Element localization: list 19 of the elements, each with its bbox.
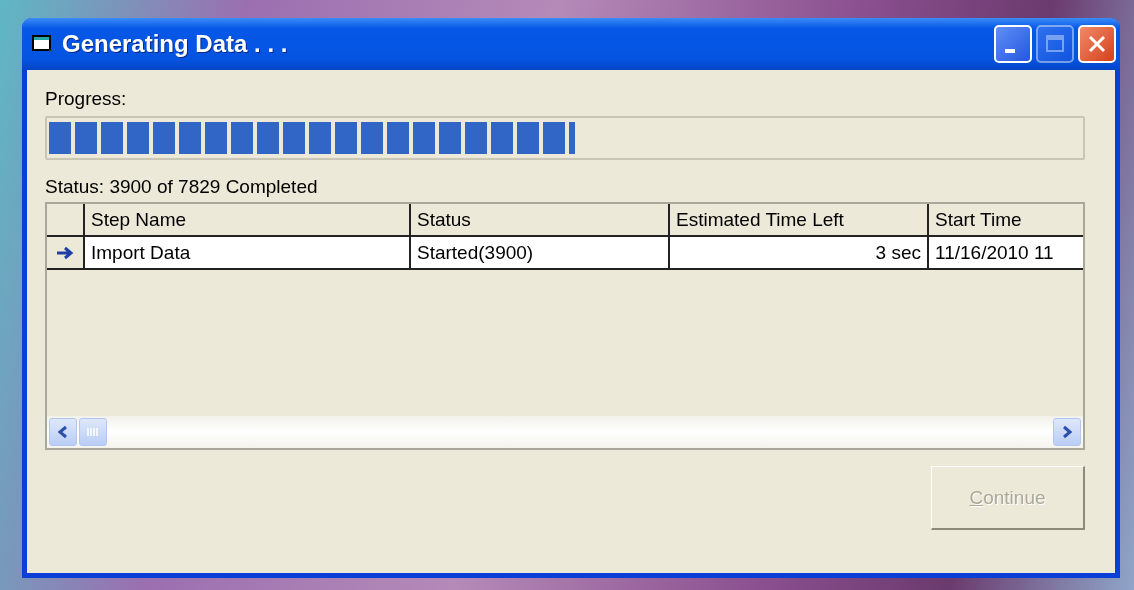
- status-text: Status: 3900 of 7829 Completed: [45, 176, 319, 199]
- minimize-icon: [1005, 49, 1015, 53]
- table-cell: 3 sec: [670, 237, 929, 268]
- minimize-button[interactable]: [994, 25, 1032, 63]
- progress-label: Progress:: [45, 88, 128, 111]
- scroll-right-button[interactable]: [1053, 418, 1081, 446]
- horizontal-scrollbar[interactable]: [47, 416, 1083, 448]
- scroll-thumb[interactable]: [79, 418, 107, 446]
- close-icon: [1087, 34, 1107, 54]
- window-title: Generating Data . . .: [62, 30, 289, 58]
- scroll-left-button[interactable]: [49, 418, 77, 446]
- table-cell: Import Data: [85, 237, 411, 268]
- left-chevron-icon: [57, 425, 69, 439]
- window-icon: [32, 34, 54, 54]
- table-cell: Started(3900): [411, 237, 670, 268]
- right-chevron-icon: [1061, 425, 1073, 439]
- table-cell: 11/16/2010 11: [929, 237, 1083, 268]
- close-button[interactable]: [1078, 25, 1116, 63]
- maximize-icon: [1045, 34, 1065, 54]
